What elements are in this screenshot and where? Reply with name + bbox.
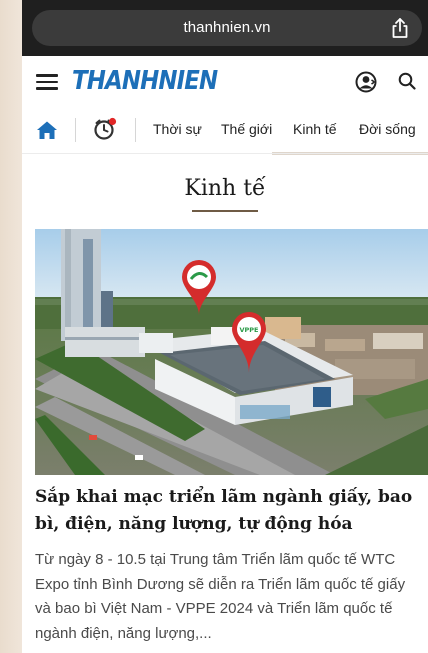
latest-news-clock-icon[interactable]: [93, 117, 117, 141]
site-header: THANHNIEN: [22, 56, 428, 106]
address-bar[interactable]: thanhnien.vn: [32, 10, 422, 46]
hamburger-menu-icon[interactable]: [36, 74, 58, 90]
site-logo[interactable]: THANHNIEN: [72, 66, 218, 96]
browser-bar: thanhnien.vn: [22, 0, 428, 56]
article-summary: Từ ngày 8 - 10.5 tại Trung tâm Triển lãm…: [35, 551, 406, 642]
vppe-pin-label: VPPE: [240, 326, 259, 334]
section-title: Kinh tế: [184, 176, 266, 201]
nav-item-kinh-te[interactable]: Kinh tế: [293, 121, 337, 137]
section-title-underline: [192, 210, 258, 212]
home-icon[interactable]: [36, 120, 58, 140]
nav-divider: [75, 118, 76, 142]
article-headline[interactable]: Sắp khai mạc triển lãm ngành giấy, bao b…: [35, 484, 420, 538]
nav-item-doi-song[interactable]: Đời sống: [359, 121, 416, 137]
user-account-icon[interactable]: [355, 71, 377, 93]
nav-divider: [135, 118, 136, 142]
phone-screen: thanhnien.vn THANHNIEN Thời sự Thế giới …: [22, 0, 428, 653]
nav-item-thoi-su[interactable]: Thời sự: [153, 121, 202, 137]
nav-item-the-gioi[interactable]: Thế giới: [221, 121, 272, 137]
article-hero-image[interactable]: VPPE: [35, 229, 428, 475]
category-nav: Thời sự Thế giới Kinh tế Đời sống: [22, 106, 428, 155]
share-icon[interactable]: [390, 17, 410, 39]
url-text: thanhnien.vn: [183, 19, 271, 36]
nav-divider-line: [22, 153, 428, 154]
search-icon[interactable]: [398, 72, 416, 90]
